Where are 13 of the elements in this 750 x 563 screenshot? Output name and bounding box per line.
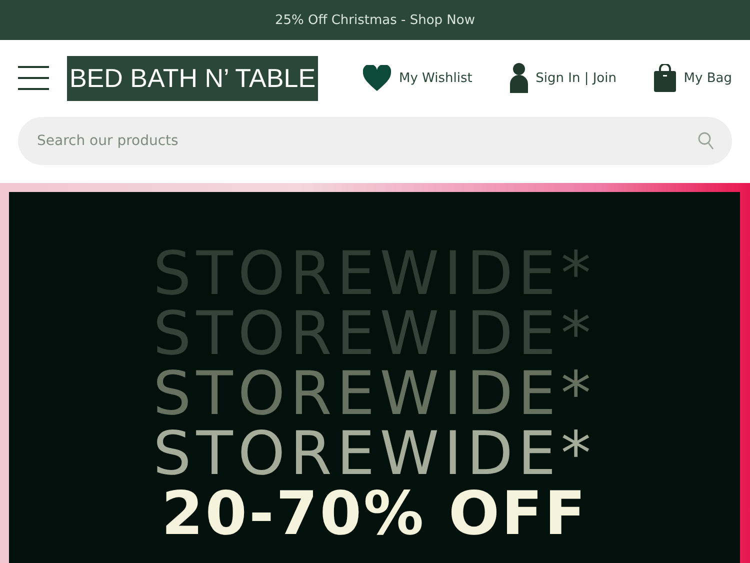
promo-banner-link[interactable]: 25% Off Christmas - Shop Now <box>0 0 750 40</box>
store-logo[interactable]: BED BATH N’ TABLE <box>67 56 318 100</box>
menu-icon[interactable] <box>18 66 49 90</box>
hero-headline: 20-70% OFF <box>162 484 588 544</box>
wishlist-link[interactable]: My Wishlist <box>363 65 472 91</box>
heart-icon <box>363 65 391 91</box>
sign-in-link[interactable]: Sign In | Join <box>510 63 616 93</box>
shopping-bag-icon <box>654 64 676 92</box>
hero-headline: STOREWIDE* <box>153 364 596 424</box>
bag-link[interactable]: My Bag <box>654 64 732 92</box>
person-icon <box>510 63 528 93</box>
search-field[interactable]: Search our products <box>18 117 732 165</box>
hero-headline: STOREWIDE* <box>153 424 596 484</box>
